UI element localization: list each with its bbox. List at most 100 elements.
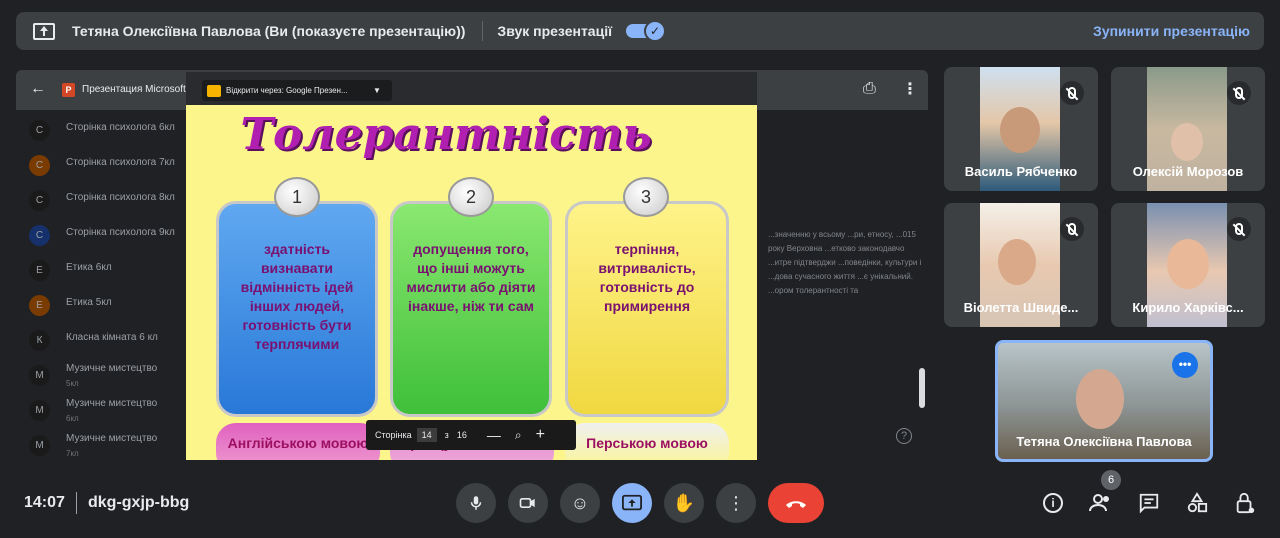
- presentation-sound-toggle[interactable]: ✓: [626, 20, 667, 42]
- banner-divider: [482, 21, 484, 41]
- more-vert-icon[interactable]: ⋮: [902, 79, 918, 99]
- check-icon: ✓: [644, 20, 667, 42]
- avatar: С: [29, 190, 50, 211]
- meeting-details-button[interactable]: i: [1039, 489, 1067, 517]
- activities-button[interactable]: [1183, 489, 1211, 517]
- people-icon: [1089, 494, 1109, 512]
- list-item-label: Сторінка психолога 7кл: [66, 157, 175, 168]
- participant-name: Віолетта Швиде...: [963, 300, 1079, 315]
- list-item-label: Класна кімната 6 кл: [66, 332, 158, 343]
- participant-face: [1000, 107, 1040, 153]
- people-count-badge: 6: [1101, 470, 1121, 490]
- microphone-icon: [470, 496, 482, 510]
- meeting-code: dkg-gxjp-bbg: [88, 494, 190, 511]
- lock-icon: [1236, 492, 1255, 514]
- presenting-banner: Тетяна Олексіївна Павлова (Ви (показуєте…: [16, 12, 1264, 50]
- activities-icon: [1187, 492, 1208, 513]
- list-item-label: Музичне мистецтво: [66, 363, 158, 374]
- camera-button[interactable]: [508, 483, 548, 523]
- current-page-input[interactable]: 14: [416, 428, 437, 442]
- stop-presenting-button[interactable]: Зупинити презентацію: [1093, 23, 1250, 39]
- more-vert-icon: ⋮: [727, 492, 745, 513]
- host-controls-button[interactable]: [1231, 489, 1259, 517]
- presentation-sound-label: Звук презентації: [497, 23, 613, 39]
- scrollbar-thumb[interactable]: [919, 368, 925, 408]
- more-options-icon[interactable]: •••: [1172, 352, 1198, 378]
- card-number: 2: [448, 177, 494, 217]
- present-screen-icon: [33, 22, 55, 40]
- participant-face: [1167, 239, 1209, 289]
- total-pages: 16: [456, 430, 467, 440]
- raise-hand-button[interactable]: ✋: [664, 483, 704, 523]
- list-item-sublabel: 5кл: [66, 379, 79, 388]
- powerpoint-icon: P: [62, 83, 75, 97]
- page-controls: Сторінка 14 з 16 — ⌕ +: [366, 420, 576, 450]
- language-card: Англійською мовою: [216, 423, 380, 460]
- list-item-label: Етика 5кл: [66, 297, 112, 308]
- avatar: С: [29, 120, 50, 141]
- zoom-out-icon[interactable]: —: [487, 427, 501, 443]
- zoom-icon[interactable]: ⌕: [515, 428, 522, 443]
- back-arrow-icon[interactable]: ←: [30, 80, 46, 98]
- participant-face: [1171, 123, 1203, 161]
- avatar: М: [29, 365, 50, 386]
- card-number: 1: [274, 177, 320, 217]
- card-text: допущення того, що інші можуть мислити а…: [406, 241, 536, 314]
- participant-tile[interactable]: Кирило Харківс...: [1111, 203, 1265, 327]
- chat-icon: [1139, 493, 1159, 514]
- more-options-button[interactable]: ⋮: [716, 483, 756, 523]
- definition-card: допущення того, що інші можуть мислити а…: [390, 201, 552, 417]
- print-icon[interactable]: ⎙: [863, 80, 876, 98]
- card-number: 3: [623, 177, 669, 217]
- list-item-label: Сторінка психолога 8кл: [66, 192, 175, 203]
- background-document-text: ...значенню у всьому ...ри, етносу, ...0…: [768, 230, 922, 295]
- list-item-label: Етика 6кл: [66, 262, 112, 273]
- participant-tile[interactable]: Олексій Морозов: [1111, 67, 1265, 191]
- help-icon[interactable]: ?: [896, 428, 912, 444]
- list-item-label: Сторінка психолога 6кл: [66, 122, 175, 133]
- meeting-time: 14:07: [24, 494, 65, 511]
- avatar: К: [29, 330, 50, 351]
- list-item-label: Музичне мистецтво: [66, 398, 158, 409]
- people-button[interactable]: [1087, 489, 1115, 517]
- avatar: М: [29, 400, 50, 421]
- participant-tile[interactable]: Василь Рябченко: [944, 67, 1098, 191]
- avatar: Е: [29, 295, 50, 316]
- participant-face: [1076, 369, 1124, 429]
- participant-name: Олексій Морозов: [1132, 164, 1244, 179]
- list-item-sublabel: 6кл: [66, 414, 79, 423]
- chat-button[interactable]: [1135, 489, 1163, 517]
- language-card: Перською мовою: [565, 423, 729, 460]
- avatar: М: [29, 435, 50, 456]
- card-text: здатність визнавати відмінність ідей інш…: [240, 241, 354, 352]
- list-item-label: Сторінка психолога 9кл: [66, 227, 175, 238]
- microphone-button[interactable]: [456, 483, 496, 523]
- participant-face: [998, 239, 1036, 285]
- presentation-slide: Толерантність 1 2 3 здатність визнавати …: [186, 105, 757, 460]
- definition-card: терпіння, витривалість, готовність до пр…: [565, 201, 729, 417]
- emoji-icon: ☺: [570, 492, 590, 513]
- end-call-icon: [786, 501, 806, 508]
- page-label: Сторінка: [375, 430, 412, 440]
- page-of-label: з: [444, 430, 449, 440]
- hand-icon: ✋: [672, 492, 696, 513]
- google-slides-icon: [207, 84, 221, 97]
- leave-call-button[interactable]: [768, 483, 824, 523]
- open-with-label: Відкрити через: Google Презен...: [226, 86, 348, 95]
- participant-tile[interactable]: Віолетта Швиде...: [944, 203, 1098, 327]
- mic-off-icon: [1060, 217, 1084, 241]
- present-button[interactable]: [612, 483, 652, 523]
- reactions-button[interactable]: ☺: [560, 483, 600, 523]
- list-item-sublabel: 7кл: [66, 449, 79, 458]
- card-text: терпіння, витривалість, готовність до пр…: [598, 241, 696, 314]
- info-icon: i: [1043, 493, 1063, 513]
- avatar: С: [29, 225, 50, 246]
- participant-name: Василь Рябченко: [964, 164, 1078, 179]
- avatar: Е: [29, 260, 50, 281]
- zoom-in-icon[interactable]: +: [536, 426, 545, 444]
- slide-title: Толерантність: [240, 109, 652, 160]
- participant-name: Кирило Харківс...: [1132, 300, 1244, 315]
- self-tile[interactable]: ••• Тетяна Олексіївна Павлова: [995, 340, 1213, 462]
- shared-screen: ← P Презентация Microsoft Office PowerPo…: [16, 70, 928, 460]
- open-with-button[interactable]: Відкрити через: Google Презен... ▼: [202, 80, 392, 101]
